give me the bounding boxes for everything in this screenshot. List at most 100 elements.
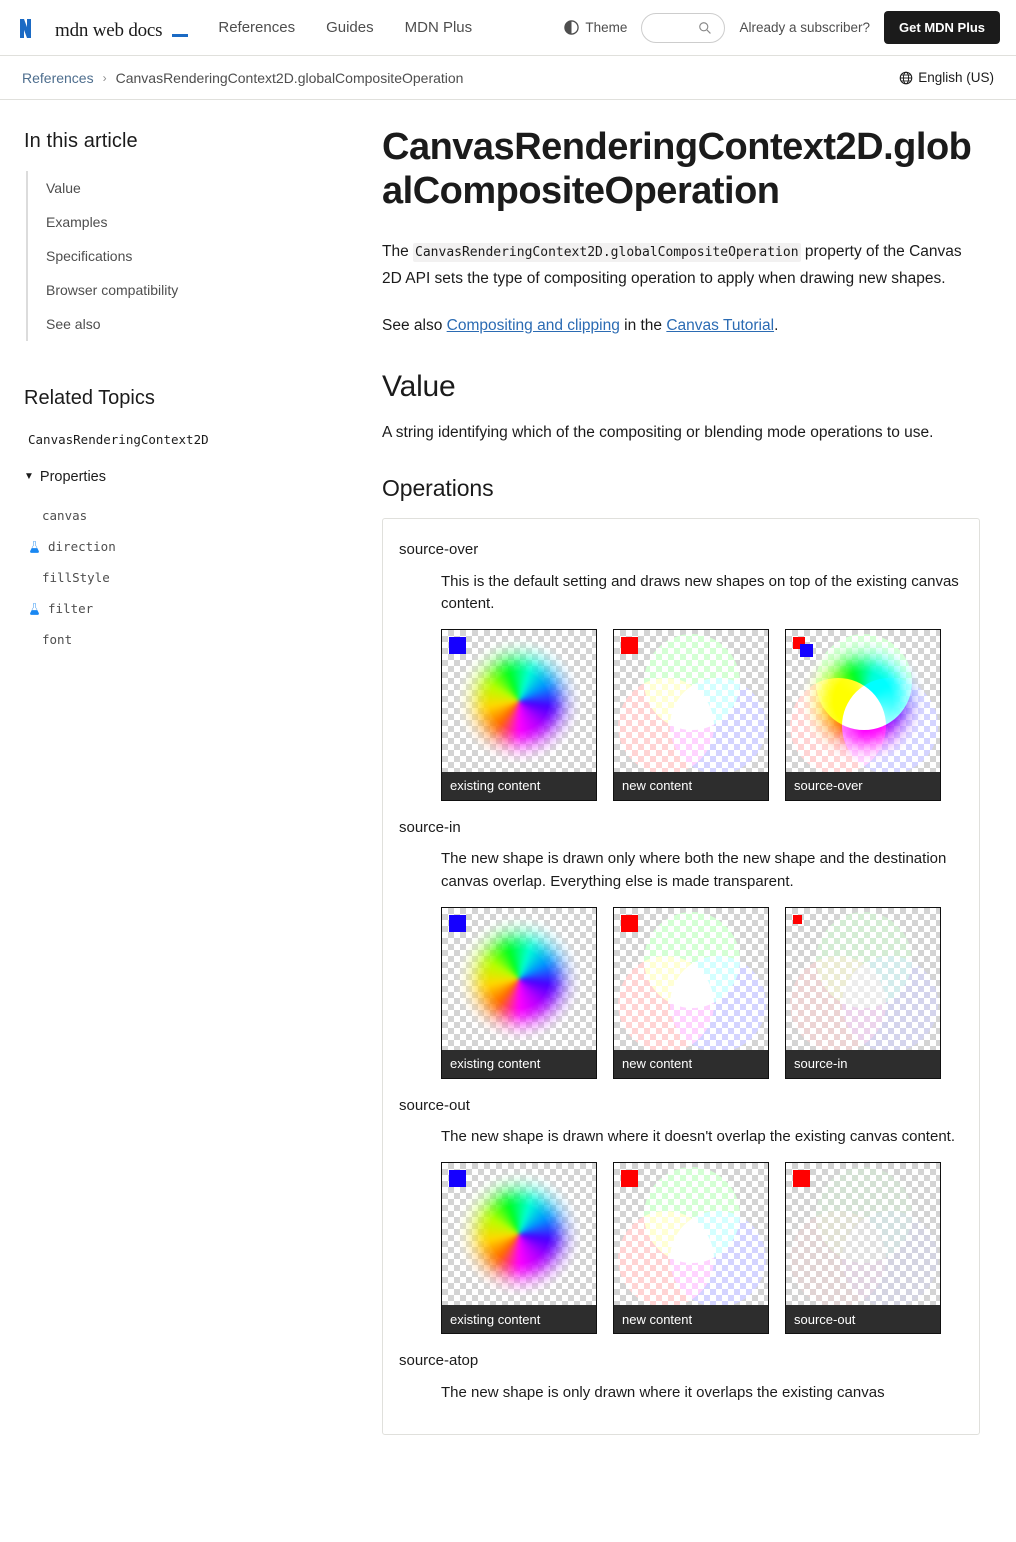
list-item: direction: [24, 531, 356, 562]
search-input[interactable]: [652, 20, 699, 35]
list-item: Specifications: [28, 239, 356, 273]
toc-item-see-also[interactable]: See also: [28, 307, 356, 341]
figure-existing-content: existing content: [441, 1162, 597, 1335]
list-item: canvas: [24, 500, 356, 531]
list-item: filter: [24, 593, 356, 624]
operation-description: This is the default setting and draws ne…: [441, 572, 959, 612]
figure-new-content: new content: [613, 1162, 769, 1335]
blue-circle: [670, 1211, 766, 1308]
see-also-paragraph: See also Compositing and clipping in the…: [382, 313, 980, 340]
see-also-prefix: See also: [382, 317, 447, 335]
list-item: font: [24, 624, 356, 655]
hue-wheel-graphic: [454, 635, 584, 766]
theme-label: Theme: [585, 20, 628, 35]
figure-caption: new content: [614, 771, 768, 800]
get-mdn-plus-button[interactable]: Get MDN Plus: [884, 11, 1000, 44]
list-item: Value: [28, 171, 356, 205]
figure-result-source-in: source-in: [785, 906, 941, 1079]
nav-item-mdn-plus[interactable]: MDN Plus: [405, 19, 473, 36]
main-navigation: References Guides MDN Plus: [218, 19, 472, 36]
mdn-logo-mark: [20, 18, 31, 38]
operation-definition: The new shape is drawn where it doesn't …: [441, 1126, 963, 1335]
link-compositing-and-clipping[interactable]: Compositing and clipping: [447, 317, 620, 334]
sidebar-item-canvas[interactable]: canvas: [42, 508, 87, 523]
value-description: A string identifying which of the compos…: [382, 424, 934, 442]
figure-new-content: new content: [613, 628, 769, 801]
experimental-flask-icon: [30, 540, 39, 553]
experimental-flask-icon: [30, 602, 39, 615]
intro-paragraph: The CanvasRenderingContext2D.globalCompo…: [382, 239, 980, 293]
site-header: mdn web docs References Guides MDN Plus …: [0, 0, 1016, 56]
heading-value: Value: [382, 370, 456, 404]
article-content: CanvasRenderingContext2D.globalComposite…: [376, 100, 1016, 1436]
red-square-marker: [793, 914, 802, 924]
see-also-middle: in the: [619, 317, 667, 335]
red-square-marker: [621, 636, 638, 654]
canvas-stage: [786, 908, 940, 1052]
blue-circle: [842, 1211, 938, 1308]
hue-wheel-graphic: [454, 913, 584, 1044]
blue-square-marker: [449, 1170, 466, 1188]
breadcrumb-bar: References › CanvasRenderingContext2D.gl…: [0, 56, 1016, 100]
operation-term-source-atop: source-atop: [399, 1352, 479, 1370]
theme-toggle-button[interactable]: Theme: [564, 20, 627, 35]
red-square-marker: [621, 914, 638, 932]
header-actions: Theme Already a subscriber? Get MDN Plus: [564, 11, 1000, 44]
sidebar-item-direction[interactable]: direction: [48, 539, 116, 554]
operation-definition: The new shape is drawn only where both t…: [441, 848, 963, 1079]
sidebar-item-filter[interactable]: filter: [48, 601, 93, 616]
figure-caption: source-in: [786, 1049, 940, 1078]
figure-caption: new content: [614, 1049, 768, 1078]
figure-result-source-out: source-out: [785, 1162, 941, 1335]
figure-caption: new content: [614, 1305, 768, 1334]
language-selector-button[interactable]: English (US): [893, 69, 1000, 86]
list-item: See also: [28, 307, 356, 341]
toc-item-examples[interactable]: Examples: [28, 205, 356, 239]
breadcrumb-parent[interactable]: References: [22, 70, 94, 86]
breadcrumb-current: CanvasRenderingContext2D.globalComposite…: [115, 69, 464, 86]
theme-icon: [564, 20, 580, 35]
already-subscriber-link[interactable]: Already a subscriber?: [739, 20, 870, 35]
sidebar-item-font[interactable]: font: [42, 632, 72, 647]
search-box[interactable]: [641, 12, 726, 43]
properties-group-label: Properties: [39, 469, 106, 485]
mdn-logo-underscore: [172, 33, 189, 37]
red-square-marker: [793, 1170, 810, 1188]
blue-square-marker: [800, 643, 813, 657]
toc-item-browser-compatibility[interactable]: Browser compatibility: [28, 273, 356, 307]
search-icon: [699, 21, 712, 34]
related-root-link[interactable]: CanvasRenderingContext2D: [24, 432, 356, 447]
operation-term-source-out: source-out: [399, 1096, 470, 1114]
properties-group-toggle[interactable]: ▼ Properties: [24, 469, 356, 485]
toc-item-value[interactable]: Value: [28, 171, 356, 205]
figure-result-source-over: source-over: [785, 628, 941, 801]
marker-pair: [793, 636, 813, 657]
figure-existing-content: existing content: [441, 906, 597, 1079]
hue-wheel-graphic: [454, 1169, 584, 1300]
properties-list: canvas direction fillStyle filter font: [24, 500, 356, 655]
figure-existing-content: existing content: [441, 628, 597, 801]
related-topics-title: Related Topics: [24, 387, 155, 409]
toc-item-specifications[interactable]: Specifications: [28, 239, 356, 273]
intro-inline-code: CanvasRenderingContext2D.globalComposite…: [413, 243, 801, 263]
operation-description: The new shape is drawn only where both t…: [441, 850, 947, 890]
chevron-down-icon: ▼: [24, 471, 34, 482]
blue-square-marker: [449, 636, 466, 654]
link-canvas-tutorial[interactable]: Canvas Tutorial: [666, 317, 774, 334]
figure-caption: existing content: [442, 1305, 596, 1334]
breadcrumb-separator-icon: ›: [102, 70, 107, 85]
figure-row: existing content new content: [441, 1162, 963, 1335]
mdn-logo[interactable]: mdn web docs: [18, 17, 189, 41]
operations-definition-list: source-over This is the default setting …: [382, 518, 980, 1436]
intro-text-before: The: [382, 243, 414, 261]
figure-caption: source-out: [786, 1305, 940, 1334]
red-square-marker: [621, 1170, 638, 1188]
mdn-logo-text: mdn web docs: [55, 19, 163, 41]
sidebar-item-fillstyle[interactable]: fillStyle: [42, 570, 110, 585]
language-label: English (US): [918, 70, 994, 85]
page-title: CanvasRenderingContext2D.globalComposite…: [382, 126, 972, 213]
operation-definition: The new shape is only drawn where it ove…: [441, 1382, 963, 1404]
figure-caption: existing content: [442, 771, 596, 800]
nav-item-guides[interactable]: Guides: [326, 19, 374, 36]
nav-item-references[interactable]: References: [218, 19, 295, 36]
